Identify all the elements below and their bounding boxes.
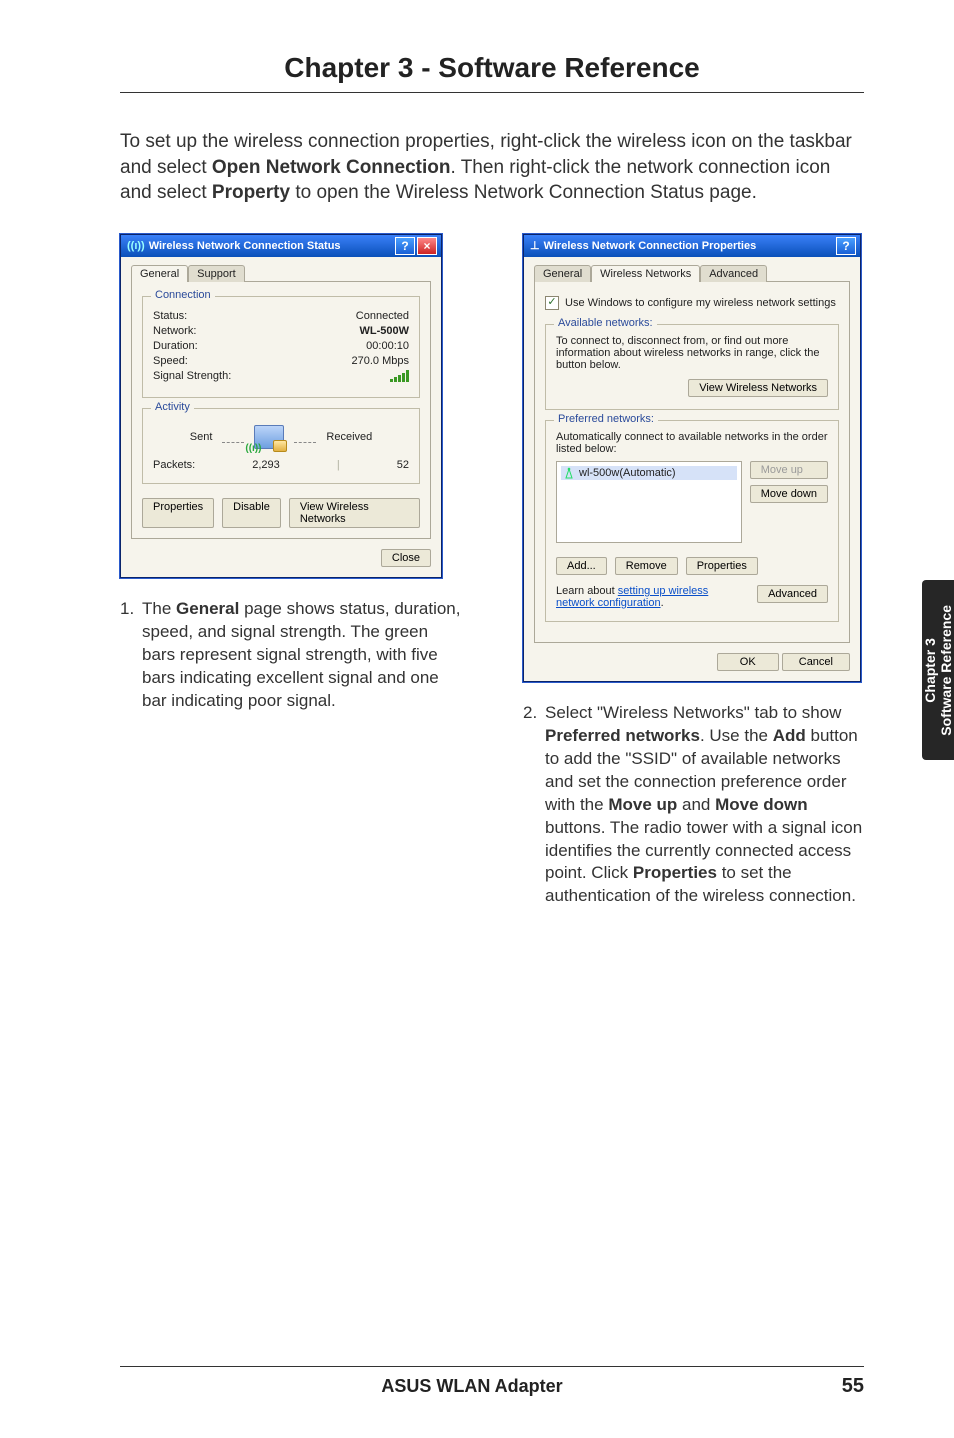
network-name: wl-500w(Automatic) (579, 467, 676, 479)
divider-icon: | (337, 459, 340, 471)
caption-2: 2. Select "Wireless Networks" tab to sho… (523, 702, 864, 908)
network-value: WL-500W (360, 325, 410, 337)
available-legend: Available networks: (554, 317, 657, 329)
move-down-button[interactable]: Move down (750, 485, 828, 503)
monitors-icon: ((ı)) (254, 425, 284, 449)
preferred-list[interactable]: wl-500w(Automatic) (556, 461, 742, 543)
caption-1-number: 1. (120, 598, 142, 713)
footer-product: ASUS WLAN Adapter (120, 1376, 824, 1397)
caption-1: 1. The General page shows status, durati… (120, 598, 461, 713)
help-button[interactable]: ? (395, 237, 415, 255)
caption-1-bold: General (176, 599, 239, 618)
view-networks-button[interactable]: View Wireless Networks (289, 498, 420, 528)
status-titlebar[interactable]: ((ı)) Wireless Network Connection Status… (121, 235, 441, 257)
connection-group: Connection Status:Connected Network:WL-5… (142, 296, 420, 398)
remove-button[interactable]: Remove (615, 557, 678, 575)
move-up-button[interactable]: Move up (750, 461, 828, 479)
caption-1-text: The (142, 599, 176, 618)
network-label: Network: (153, 325, 196, 337)
tab-advanced[interactable]: Advanced (700, 265, 767, 282)
intro-paragraph: To set up the wireless connection proper… (120, 129, 864, 206)
page-number: 55 (824, 1375, 864, 1398)
caption-2-number: 2. (523, 702, 545, 908)
status-label: Status: (153, 310, 187, 322)
caption-2-bold: Add (773, 726, 806, 745)
props-button[interactable]: Properties (686, 557, 758, 575)
chapter-title: Chapter 3 - Software Reference (120, 52, 864, 84)
signal-label: Signal Strength: (153, 370, 231, 382)
sent-label: Sent (190, 431, 213, 443)
properties-title: Wireless Network Connection Properties (544, 240, 757, 252)
learn-text: . (661, 597, 664, 609)
caption-2-bold: Preferred networks (545, 726, 700, 745)
view-networks-button[interactable]: View Wireless Networks (688, 379, 828, 397)
tab-wireless-networks[interactable]: Wireless Networks (591, 265, 700, 282)
received-label: Received (326, 431, 372, 443)
learn-text: Learn about (556, 585, 618, 597)
add-button[interactable]: Add... (556, 557, 607, 575)
network-icon: ⊥ (530, 239, 540, 252)
use-windows-label: Use Windows to configure my wireless net… (565, 297, 836, 309)
sidetab-section: Software Reference (938, 605, 954, 736)
ok-button[interactable]: OK (717, 653, 779, 671)
wireless-icon: ((ı)) (127, 240, 145, 252)
caption-2-text: Select "Wireless Networks" tab to show (545, 703, 841, 722)
duration-value: 00:00:10 (366, 340, 409, 352)
intro-text: to open the Wireless Network Connection … (290, 182, 757, 203)
status-value: Connected (356, 310, 409, 322)
intro-bold-1: Open Network Connection (212, 157, 451, 178)
activity-legend: Activity (151, 401, 194, 413)
sidetab-chapter: Chapter 3 (922, 638, 938, 703)
tab-support[interactable]: Support (188, 265, 245, 282)
packets-label: Packets: (153, 459, 195, 471)
checkbox-icon: ✓ (545, 296, 559, 310)
connection-legend: Connection (151, 289, 215, 301)
caption-2-bold: Move down (715, 795, 808, 814)
available-text: To connect to, disconnect from, or find … (556, 335, 828, 371)
status-title: Wireless Network Connection Status (149, 240, 341, 252)
signal-bars-icon (390, 370, 409, 382)
dash-icon (294, 442, 316, 443)
title-rule (120, 92, 864, 93)
use-windows-checkbox[interactable]: ✓ Use Windows to configure my wireless n… (545, 296, 836, 310)
tab-general[interactable]: General (534, 265, 591, 282)
tab-general[interactable]: General (131, 265, 188, 282)
page-footer: ASUS WLAN Adapter 55 (0, 1366, 954, 1398)
close-button[interactable]: × (417, 237, 437, 255)
status-dialog: ((ı)) Wireless Network Connection Status… (120, 234, 442, 578)
footer-rule (120, 1366, 864, 1367)
caption-2-bold: Properties (633, 863, 717, 882)
preferred-networks-group: Preferred networks: Automatically connec… (545, 420, 839, 622)
activity-group: Activity Sent ((ı)) Received Packets: 2,… (142, 408, 420, 484)
caption-2-bold: Move up (608, 795, 677, 814)
available-networks-group: Available networks: To connect to, disco… (545, 324, 839, 410)
advanced-button[interactable]: Advanced (757, 585, 828, 603)
packets-received: 52 (397, 459, 409, 471)
properties-titlebar[interactable]: ⊥ Wireless Network Connection Properties… (524, 235, 860, 257)
help-button[interactable]: ? (836, 237, 856, 255)
disable-button[interactable]: Disable (222, 498, 281, 528)
preferred-text: Automatically connect to available netwo… (556, 431, 828, 455)
speed-label: Speed: (153, 355, 188, 367)
close-dialog-button[interactable]: Close (381, 549, 431, 567)
properties-button[interactable]: Properties (142, 498, 214, 528)
cancel-button[interactable]: Cancel (782, 653, 850, 671)
dash-icon (222, 442, 244, 443)
tower-icon (563, 467, 573, 479)
packets-sent: 2,293 (252, 459, 280, 471)
chapter-side-tab: Chapter 3 Software Reference (922, 580, 954, 760)
caption-2-text: . Use the (700, 726, 773, 745)
properties-dialog: ⊥ Wireless Network Connection Properties… (523, 234, 861, 682)
preferred-legend: Preferred networks: (554, 413, 658, 425)
intro-bold-2: Property (212, 182, 290, 203)
list-item[interactable]: wl-500w(Automatic) (561, 466, 737, 480)
duration-label: Duration: (153, 340, 198, 352)
speed-value: 270.0 Mbps (352, 355, 409, 367)
caption-2-text: and (677, 795, 715, 814)
